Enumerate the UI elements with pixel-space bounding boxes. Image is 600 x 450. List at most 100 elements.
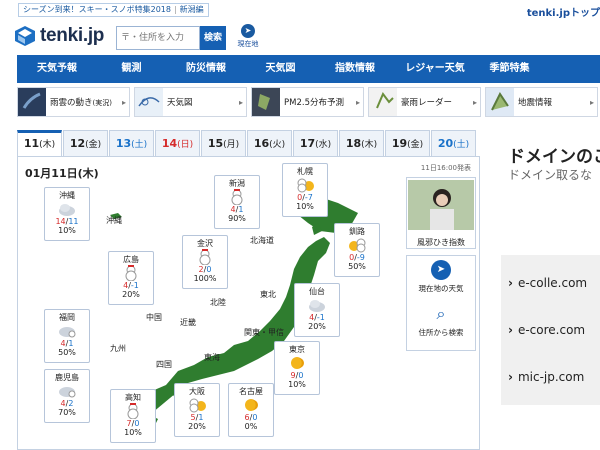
- subnav-rain-cloud[interactable]: 雨雲の動き(実況) ▸: [17, 87, 130, 117]
- pm25-thumb-icon: [252, 88, 280, 116]
- subnav-heavy-rain-radar[interactable]: 豪雨レーダー ▸: [368, 87, 481, 117]
- region-kanto-koshin[interactable]: 関東・甲信: [244, 327, 284, 338]
- nav-forecast[interactable]: 天気予報: [17, 55, 97, 83]
- tenki-top-link[interactable]: tenki.jpトップ: [527, 4, 600, 19]
- low-temp: 1: [198, 413, 204, 422]
- cold-index-box[interactable]: 風邪ひき指数: [406, 177, 476, 249]
- city-name: 金沢: [197, 239, 213, 248]
- high-temp: 0: [349, 253, 355, 262]
- tab-day-number: 12: [69, 137, 86, 150]
- promo-text[interactable]: シーズン到来！スキー・スノボ特集2018: [23, 5, 171, 14]
- tab-day-16[interactable]: 16(火): [247, 130, 292, 156]
- region-kyushu[interactable]: 九州: [110, 343, 126, 354]
- high-temp: 14: [55, 217, 66, 226]
- city-card[interactable]: 新潟 4/1 90%: [214, 175, 260, 229]
- tab-day-13[interactable]: 13(土): [109, 130, 154, 156]
- city-card[interactable]: 釧路 0/-9 50%: [334, 223, 380, 277]
- address-search-button[interactable]: ⌕ 住所から検索: [407, 300, 475, 344]
- address-search-label: 住所から検索: [418, 328, 464, 337]
- subnav-weather-map[interactable]: 天気図 ▸: [134, 87, 247, 117]
- ad-link-ecolle[interactable]: › e-colle.com: [508, 276, 587, 290]
- tab-day-17[interactable]: 17(水): [293, 130, 338, 156]
- ad-column[interactable]: ドメインのこ ドメイン取るな › e-colle.com › e-core.com …: [490, 130, 600, 450]
- city-card[interactable]: 金沢 2/0 100%: [182, 235, 228, 289]
- city-card[interactable]: 東京 9/0 10%: [274, 341, 320, 395]
- precip-probability: 10%: [296, 202, 314, 211]
- tab-day-14[interactable]: 14(日): [155, 130, 200, 156]
- promo-banner[interactable]: シーズン到来！スキー・スノボ特集2018 | 新潟編: [18, 3, 209, 17]
- tab-day-19[interactable]: 19(金): [385, 130, 430, 156]
- tab-day-18[interactable]: 18(木): [339, 130, 384, 156]
- chevron-right-icon: ▸: [589, 97, 594, 107]
- promo-region[interactable]: 新潟編: [180, 5, 204, 14]
- nav-seasonal[interactable]: 季節特集: [475, 55, 544, 83]
- forecast-panel: 01月11日(木) 11日16:00発表 沖縄 北海道 東北 北陸 関東・甲信 …: [17, 156, 480, 450]
- weather-map-thumb-icon: [135, 88, 163, 116]
- nav-disaster[interactable]: 防災情報: [166, 55, 246, 83]
- address-search-input[interactable]: [116, 26, 200, 50]
- city-card[interactable]: 名古屋 6/0 0%: [228, 383, 274, 437]
- high-temp: 4: [309, 313, 315, 322]
- tab-day-11[interactable]: 11(木): [17, 130, 62, 156]
- precip-probability: 0%: [244, 422, 258, 431]
- chevron-right-icon: ▸: [355, 97, 360, 107]
- tab-day-20[interactable]: 20(土): [431, 130, 476, 156]
- subnav-pm25[interactable]: PM2.5分布予測 ▸: [251, 87, 364, 117]
- city-card[interactable]: 仙台 4/-1 20%: [294, 283, 340, 337]
- region-hokuriku[interactable]: 北陸: [210, 297, 226, 308]
- temperature: 5/1: [190, 413, 204, 422]
- person-photo-icon: [408, 180, 474, 230]
- current-weather-label: 現在地の天気: [418, 284, 464, 293]
- nav-leisure[interactable]: レジャー天気: [395, 55, 475, 83]
- current-weather-button[interactable]: ➤ 現在地の天気: [407, 256, 475, 300]
- sun-snow-icon: [335, 237, 379, 253]
- search-button[interactable]: 検索: [200, 26, 226, 50]
- city-card[interactable]: 沖縄 14/11 10%: [44, 187, 90, 241]
- current-location-button[interactable]: ➤ 現在地: [230, 24, 266, 52]
- region-tokai[interactable]: 東海: [204, 352, 220, 363]
- region-kinki[interactable]: 近畿: [180, 317, 196, 328]
- location-tools: ➤ 現在地の天気 ⌕ 住所から検索: [406, 255, 476, 351]
- region-okinawa[interactable]: 沖縄: [106, 215, 122, 226]
- low-temp: 0: [206, 265, 212, 274]
- logo[interactable]: tenki.jp: [14, 25, 104, 47]
- temperature: 6/0: [244, 413, 258, 422]
- region-shikoku[interactable]: 四国: [156, 359, 172, 370]
- nav-observation[interactable]: 観測: [97, 55, 166, 83]
- tab-day-12[interactable]: 12(金): [63, 130, 108, 156]
- cloud-snow-icon: [45, 383, 89, 399]
- sun-icon: [229, 397, 273, 413]
- precip-probability: 10%: [124, 428, 142, 437]
- city-card[interactable]: 福岡 4/1 50%: [44, 309, 90, 363]
- snow-icon: [215, 189, 259, 206]
- tab-weekday: (金): [85, 140, 102, 150]
- city-card[interactable]: 札幌 0/-7 10%: [282, 163, 328, 217]
- tab-day-number: 13: [115, 137, 132, 150]
- region-chugoku[interactable]: 中国: [146, 312, 162, 323]
- chevron-right-icon: ▸: [121, 97, 126, 107]
- ad-link-ecore[interactable]: › e-core.com: [508, 323, 585, 337]
- city-name: 福岡: [59, 313, 75, 322]
- ad-link-micjp[interactable]: › mic-jp.com: [508, 370, 584, 384]
- tab-day-15[interactable]: 15(月): [201, 130, 246, 156]
- city-card[interactable]: 高知 7/0 10%: [110, 389, 156, 443]
- city-card[interactable]: 大阪 5/1 20%: [174, 383, 220, 437]
- nav-weather-map[interactable]: 天気図: [246, 55, 315, 83]
- temperature: 4/-1: [123, 281, 139, 290]
- region-hokkaido[interactable]: 北海道: [250, 235, 274, 246]
- nav-index[interactable]: 指数情報: [315, 55, 395, 83]
- temperature: 0/-7: [297, 193, 313, 202]
- city-card[interactable]: 広島 4/-1 20%: [108, 251, 154, 305]
- tab-weekday: (金): [407, 140, 424, 150]
- low-temp: 0: [298, 371, 304, 380]
- high-temp: 9: [290, 371, 296, 380]
- ad-link-ecolle-label: e-colle.com: [517, 276, 588, 290]
- city-card[interactable]: 鹿児島 4/2 70%: [44, 369, 90, 423]
- subnav-earthquake[interactable]: 地震情報 ▸: [485, 87, 598, 117]
- city-name: 高知: [125, 393, 141, 402]
- ad-link-micjp-label: mic-jp.com: [517, 370, 585, 384]
- region-tohoku[interactable]: 東北: [260, 289, 276, 300]
- high-temp: 2: [198, 265, 204, 274]
- precip-probability: 50%: [58, 348, 76, 357]
- tab-weekday: (日): [177, 140, 194, 150]
